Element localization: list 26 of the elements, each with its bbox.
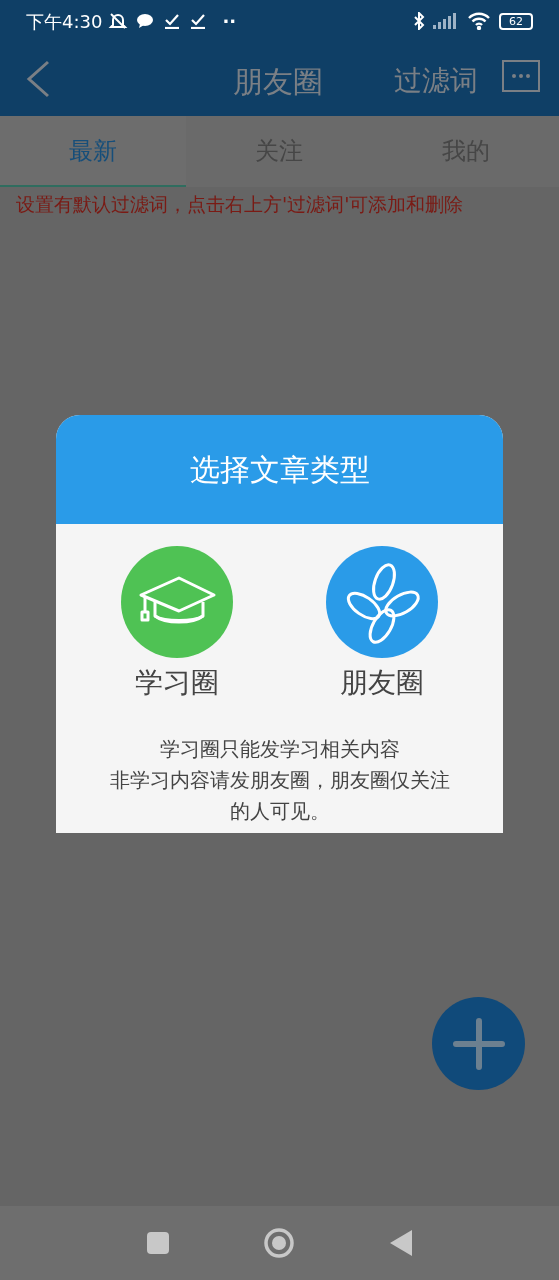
page-title: 朋友圈 [233,63,323,101]
home-icon[interactable] [263,1227,296,1259]
back-icon[interactable] [26,60,50,98]
graduation-cap-icon [120,546,233,658]
status-dots: ·· [222,9,237,34]
filter-notice: 设置有默认过滤词，点击右上方'过滤词'可添加和删除 [15,192,465,217]
signal-icon [433,13,457,29]
plus-icon [451,1016,506,1071]
bell-off-icon [108,11,129,31]
check-icon [164,13,181,29]
bluetooth-icon [413,12,425,30]
dialog-description: 非学习内容请发朋友圈，朋友圈仅关注的人可见。 [108,767,451,825]
filter-words-button[interactable]: 过滤词 [394,60,478,102]
status-time: 下午4:30 [26,9,103,34]
wifi-icon [467,12,491,30]
dialog-description: 学习圈只能发学习相关内容 [158,736,401,763]
recents-icon[interactable] [147,1232,170,1254]
back-triangle-icon[interactable] [389,1230,412,1256]
battery-icon: 62 [499,12,533,30]
more-icon[interactable] [502,60,540,92]
check-icon [190,13,207,29]
dialog-title: 选择文章类型 [189,451,370,489]
article-type-option[interactable]: 朋友圈 [302,546,463,704]
seeds-icon [326,546,439,658]
chat-bubble-icon [136,13,155,29]
article-type-option[interactable]: 学习圈 [96,546,257,704]
